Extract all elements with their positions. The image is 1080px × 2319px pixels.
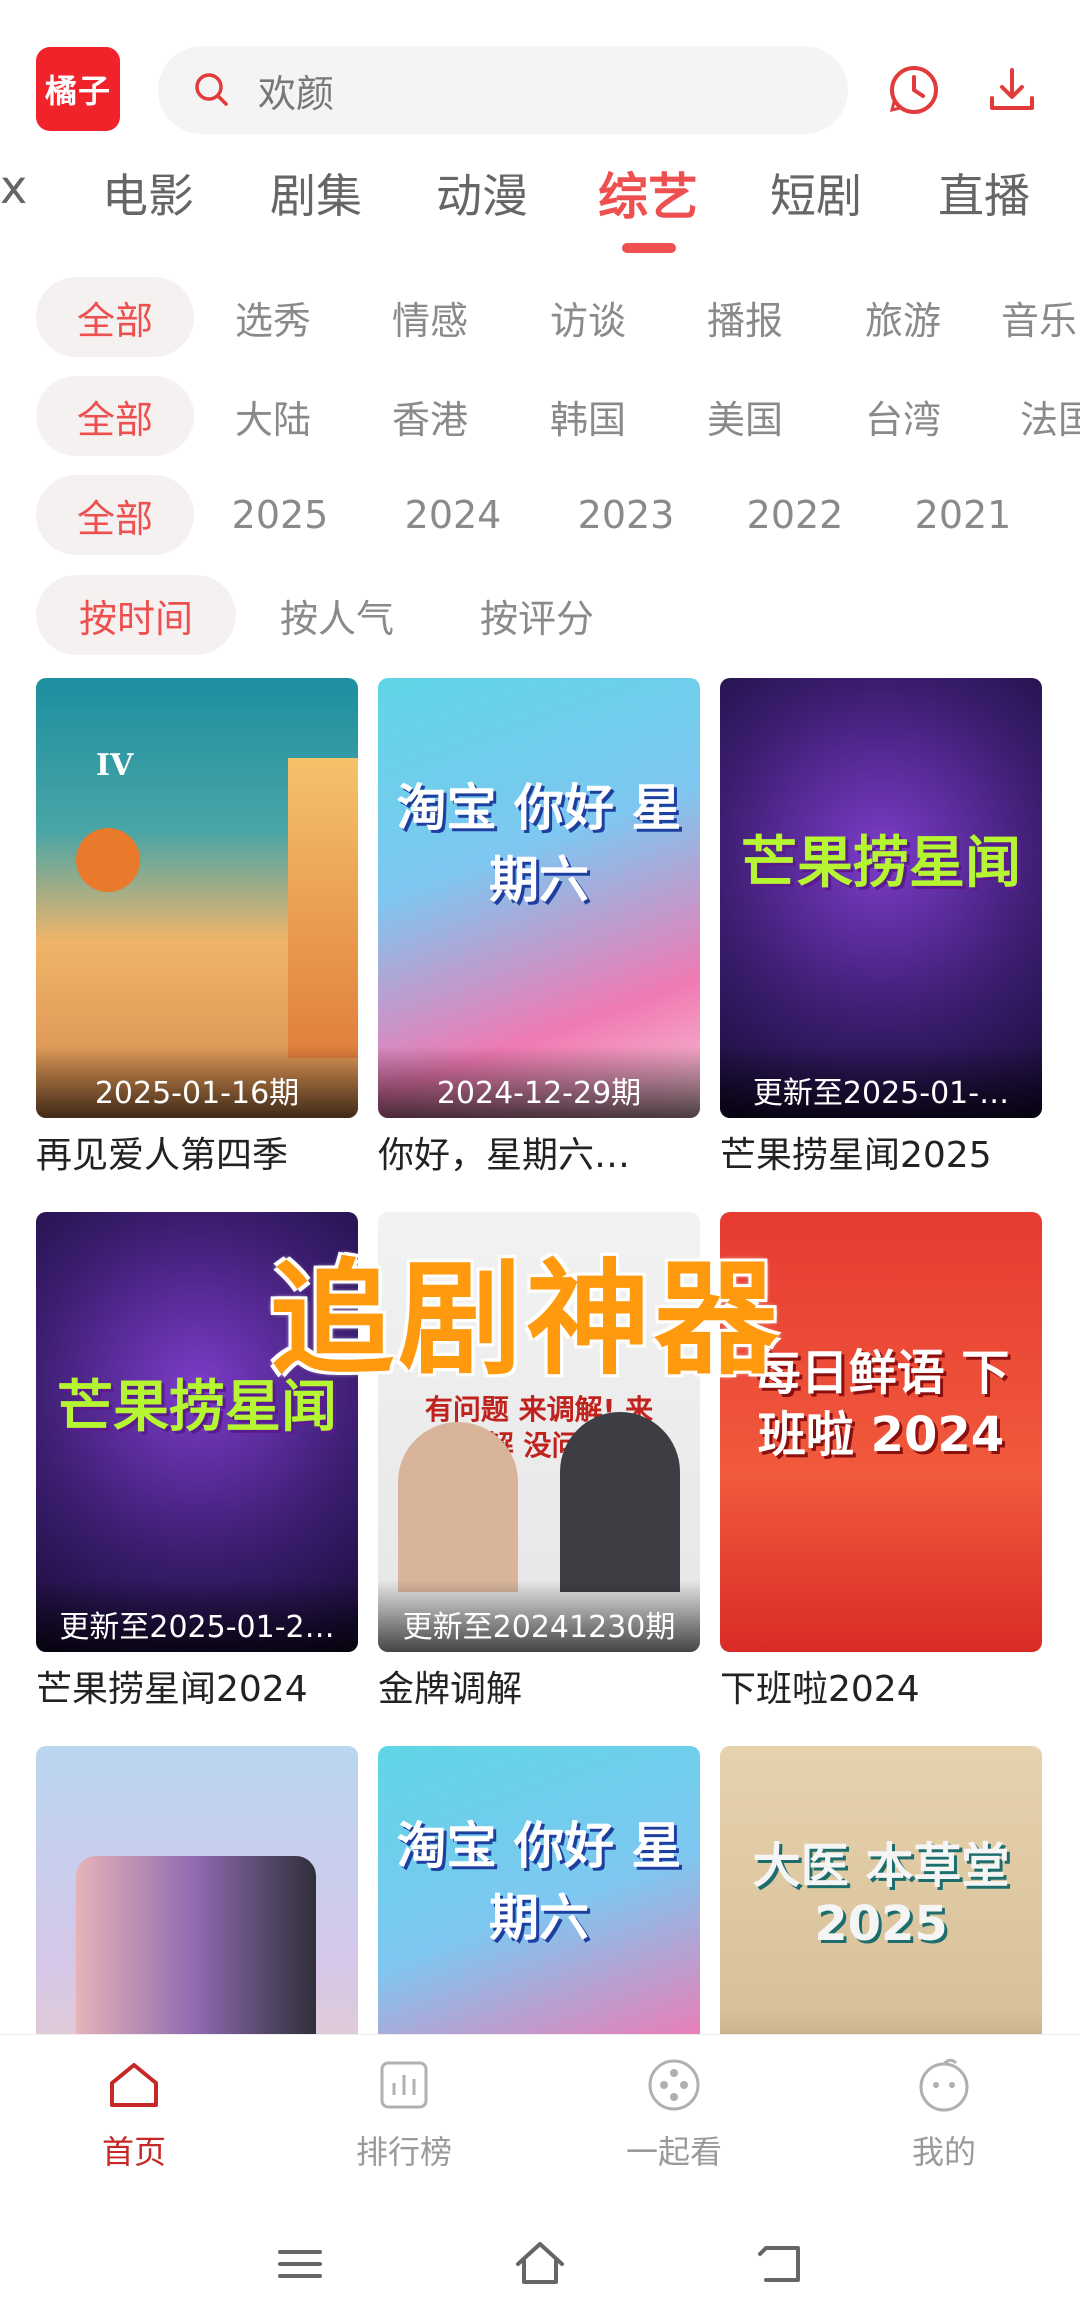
nav-profile[interactable]: 我的 xyxy=(844,2055,1044,2173)
nav-ranking-label: 排行榜 xyxy=(355,2133,452,2171)
tab-short-drama[interactable]: 短剧 xyxy=(770,160,862,226)
nav-watch-together-label: 一起看 xyxy=(625,2133,722,2171)
poster-art-text: 淘宝 你好 星期六 xyxy=(396,779,682,909)
history-icon[interactable] xyxy=(886,62,942,118)
chart-icon xyxy=(380,2061,428,2109)
system-home-icon[interactable] xyxy=(512,2236,568,2292)
episode-badge: 2024-12-29期 xyxy=(378,1046,700,1118)
filter-row-year: 全部 2025 2024 2023 2022 2021 xyxy=(0,475,1080,555)
download-icon[interactable] xyxy=(984,62,1040,118)
filter-region-mainland[interactable]: 大陆 xyxy=(208,376,338,456)
episode-badge: 更新至2025-01-… xyxy=(720,1046,1042,1118)
show-title: 再见爱人第四季 xyxy=(36,1135,289,1176)
filter-year-2021[interactable]: 2021 xyxy=(898,475,1028,555)
sort-by-rating[interactable]: 按评分 xyxy=(462,575,612,655)
show-title: 下班啦2024 xyxy=(720,1669,920,1710)
nav-home[interactable]: 首页 xyxy=(34,2055,234,2173)
nav-profile-label: 我的 xyxy=(911,2133,976,2171)
poster-art-text: 淘宝 你好 星期六 xyxy=(396,1817,682,1947)
filter-year-all[interactable]: 全部 xyxy=(36,475,194,555)
search-placeholder: 欢颜 xyxy=(258,71,335,116)
tab-series[interactable]: 剧集 xyxy=(270,160,362,226)
show-title: 芒果捞星闻2024 xyxy=(36,1669,308,1710)
filter-region-hongkong[interactable]: 香港 xyxy=(365,376,495,456)
filter-row-region: 全部 大陆 香港 韩国 美国 台湾 法国 xyxy=(0,376,1080,456)
overlay-promo-text: 追剧神器 xyxy=(270,1248,783,1392)
poster-art-person xyxy=(560,1412,680,1592)
app-header: 橘子 欢颜 xyxy=(0,0,1080,150)
filter-type-news[interactable]: 播报 xyxy=(680,277,810,357)
tab-movies[interactable]: 电影 xyxy=(102,160,194,226)
show-card[interactable]: 芒果捞星闻 更新至2025-01-… 芒果捞星闻2025 xyxy=(720,678,1042,1178)
system-nav-bar xyxy=(0,2214,1080,2319)
show-card[interactable]: 淘宝 你好 星期六 2024-12-29期 你好，星期六… xyxy=(378,678,700,1178)
filter-type-all[interactable]: 全部 xyxy=(36,277,194,357)
filter-year-2025[interactable]: 2025 xyxy=(215,475,345,555)
poster-art-door xyxy=(288,758,358,1058)
poster-art-text: 每日鲜语 下班啦 2024 xyxy=(752,1345,1010,1464)
poster-art-text: IV xyxy=(96,748,134,783)
show-poster: IV 2025-01-16期 xyxy=(36,678,358,1118)
menu-icon[interactable] xyxy=(272,2236,328,2292)
poster-art-text: 大医 本草堂 2025 xyxy=(752,1838,1010,1952)
bottom-nav: 首页 排行榜 一起看 我的 xyxy=(0,2034,1080,2214)
filter-type-music[interactable]: 音乐 xyxy=(1001,277,1080,357)
episode-badge: 更新至20241230期 xyxy=(378,1580,700,1652)
filter-region-france[interactable]: 法国 xyxy=(1020,376,1080,456)
tab-live[interactable]: 直播 xyxy=(938,160,1030,226)
filter-type-interview[interactable]: 访谈 xyxy=(523,277,653,357)
filter-region-usa[interactable]: 美国 xyxy=(680,376,810,456)
poster-art-person xyxy=(398,1422,518,1592)
poster-art-sun xyxy=(76,828,140,892)
category-tabs: x 电影 剧集 动漫 综艺 短剧 直播 xyxy=(0,160,1080,260)
filter-type-romance[interactable]: 情感 xyxy=(365,277,495,357)
poster-art-group xyxy=(76,1856,316,2056)
sort-by-time[interactable]: 按时间 xyxy=(36,575,236,655)
filter-year-2023[interactable]: 2023 xyxy=(561,475,691,555)
filter-region-korea[interactable]: 韩国 xyxy=(523,376,653,456)
sort-by-popularity[interactable]: 按人气 xyxy=(262,575,412,655)
poster-art-text: 芒果捞星闻 xyxy=(741,831,1021,896)
filter-year-2022[interactable]: 2022 xyxy=(730,475,860,555)
nav-watch-together[interactable]: 一起看 xyxy=(574,2055,774,2173)
episode-badge: 2025-01-16期 xyxy=(36,1046,358,1118)
filter-region-taiwan[interactable]: 台湾 xyxy=(838,376,968,456)
nav-home-label: 首页 xyxy=(101,2133,166,2171)
tab-variety[interactable]: 综艺 xyxy=(598,160,698,229)
search-bar[interactable]: 欢颜 xyxy=(158,46,848,134)
show-card[interactable]: IV 2025-01-16期 再见爱人第四季 xyxy=(36,678,358,1178)
search-icon xyxy=(195,73,228,106)
filter-row-sort: 按时间 按人气 按评分 xyxy=(0,575,1080,655)
tab-x[interactable]: x xyxy=(0,160,27,214)
active-tab-indicator xyxy=(622,243,676,253)
filter-type-talent[interactable]: 选秀 xyxy=(208,277,338,357)
filter-region-all[interactable]: 全部 xyxy=(36,376,194,456)
filter-row-type: 全部 选秀 情感 访谈 播报 旅游 音乐 xyxy=(0,277,1080,357)
show-poster: 芒果捞星闻 更新至2025-01-… xyxy=(720,678,1042,1118)
home-icon xyxy=(110,2063,158,2107)
show-poster: 淘宝 你好 星期六 2024-12-29期 xyxy=(378,678,700,1118)
tab-anime[interactable]: 动漫 xyxy=(436,160,528,226)
show-title: 金牌调解 xyxy=(378,1669,523,1710)
filter-year-2024[interactable]: 2024 xyxy=(388,475,518,555)
show-title: 你好，星期六… xyxy=(378,1135,631,1176)
filter-type-travel[interactable]: 旅游 xyxy=(838,277,968,357)
show-title: 芒果捞星闻2025 xyxy=(720,1135,992,1176)
nav-ranking[interactable]: 排行榜 xyxy=(304,2055,504,2173)
film-reel-icon xyxy=(648,2059,700,2111)
profile-face-icon xyxy=(919,2058,969,2112)
app-logo[interactable]: 橘子 xyxy=(36,47,120,131)
back-icon[interactable] xyxy=(752,2236,808,2292)
episode-badge: 更新至2025-01-2… xyxy=(36,1580,358,1652)
